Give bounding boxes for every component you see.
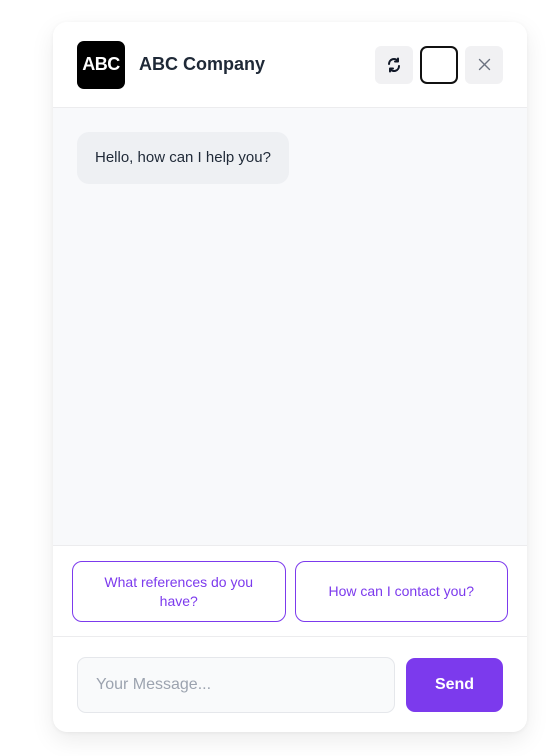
suggestion-references[interactable]: What references do you have? <box>72 561 286 622</box>
message-input[interactable] <box>77 656 395 713</box>
theme-toggle-button[interactable] <box>420 45 458 84</box>
suggestion-contact[interactable]: How can I contact you? <box>294 561 508 622</box>
bot-message-bubble: Hello, how can I help you? <box>77 132 289 184</box>
close-icon <box>478 58 491 71</box>
company-name: ABC Company <box>139 54 266 74</box>
chat-widget: ABC ABC Company Hello, how can I help yo… <box>53 22 527 732</box>
suggested-questions: What references do you have? How can I c… <box>53 545 527 636</box>
refresh-icon <box>386 57 402 73</box>
chat-header: ABC ABC Company <box>53 22 527 108</box>
moon-icon <box>431 57 447 73</box>
refresh-button[interactable] <box>375 45 413 84</box>
send-button[interactable]: Send <box>406 657 503 712</box>
message-composer: Send <box>53 636 527 732</box>
company-logo: ABC <box>77 40 125 89</box>
message-list: Hello, how can I help you? <box>53 108 527 545</box>
close-button[interactable] <box>465 45 503 84</box>
header-actions <box>375 45 503 84</box>
